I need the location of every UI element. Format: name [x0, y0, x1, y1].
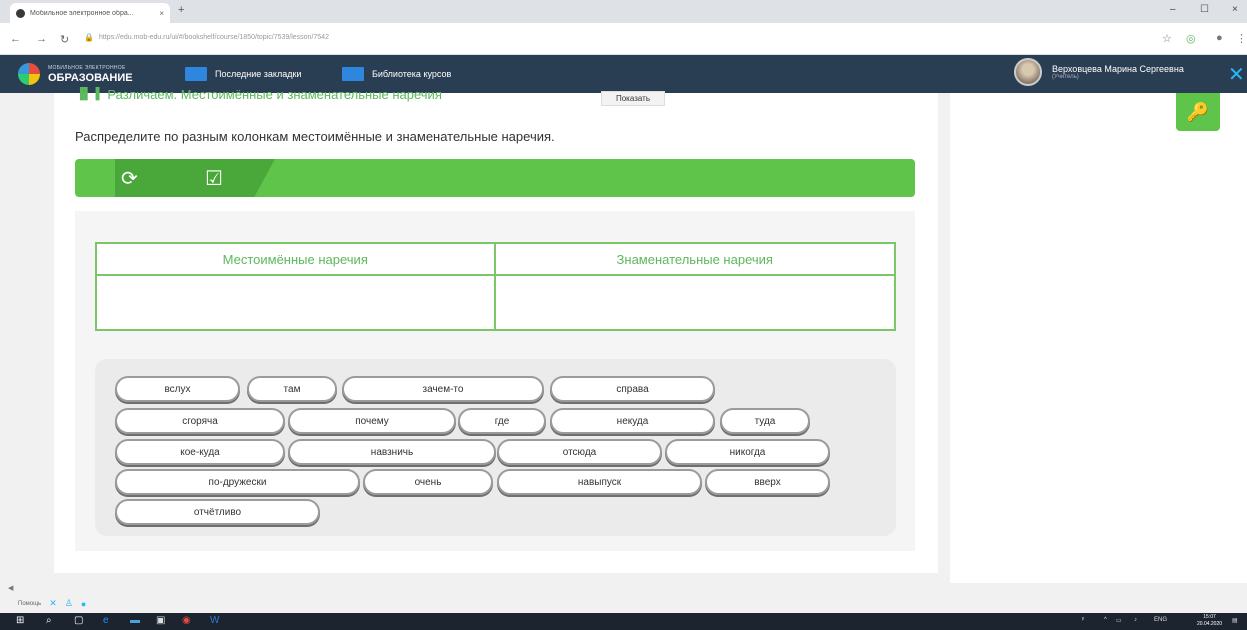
- lock-icon: 🔒: [84, 33, 94, 42]
- check-icon[interactable]: ☑: [205, 166, 223, 191]
- explorer-icon[interactable]: ▬: [130, 615, 140, 626]
- url-field[interactable]: 🔒 https://edu.mob-edu.ru/ui/#/bookshelf/…: [84, 33, 1134, 42]
- browser-tab[interactable]: Мобильное электронное обра... ×: [10, 3, 170, 23]
- minimize-button[interactable]: –: [1170, 4, 1176, 15]
- clock-time: 15:07: [1203, 614, 1216, 620]
- tools-icon[interactable]: ✕: [49, 598, 57, 609]
- drop-zone-pronominal[interactable]: [97, 276, 496, 329]
- help-bar: Помощь ✕ ♙ ●: [18, 598, 94, 609]
- word-app-icon[interactable]: W: [210, 615, 219, 626]
- browser-tab-strip: Мобильное электронное обра... × + – ☐ ×: [0, 0, 1247, 23]
- word-chip[interactable]: где: [458, 408, 546, 434]
- task-instruction: Распределите по разным колонкам местоимё…: [75, 129, 555, 144]
- word-chip[interactable]: навзничь: [288, 439, 496, 465]
- tray-arrow-icon[interactable]: ^: [1104, 617, 1107, 623]
- horizontal-scrollbar[interactable]: [0, 583, 1247, 595]
- word-chip[interactable]: вверх: [705, 469, 830, 495]
- network-icon[interactable]: ▭: [1116, 617, 1122, 624]
- forward-arrow-icon[interactable]: →: [36, 33, 47, 45]
- new-tab-button[interactable]: +: [178, 4, 184, 16]
- language-indicator[interactable]: ENG: [1154, 617, 1167, 623]
- word-chip[interactable]: очень: [363, 469, 493, 495]
- user-name: Верховцева Марина Сергеевна: [1052, 64, 1184, 74]
- sort-table: Местоимённые наречия Знаменательные наре…: [95, 242, 896, 331]
- nav-library[interactable]: Библиотека курсов: [342, 67, 451, 81]
- menu-dots-icon[interactable]: ⋮: [1236, 32, 1247, 45]
- logo-title: ОБРАЗОВАНИЕ: [48, 72, 133, 84]
- tab-close-icon[interactable]: ×: [159, 9, 164, 18]
- back-arrow-icon[interactable]: ←: [10, 33, 21, 45]
- logo-icon: [18, 63, 40, 85]
- chrome-icon[interactable]: ◉: [182, 615, 191, 626]
- windows-start-icon[interactable]: ⊞: [16, 615, 24, 626]
- word-chip[interactable]: по-дружески: [115, 469, 360, 495]
- word-chip[interactable]: туда: [720, 408, 810, 434]
- word-chip[interactable]: отчётливо: [115, 499, 320, 525]
- column-header-notional: Знаменательные наречия: [495, 244, 894, 276]
- show-button[interactable]: Показать: [601, 91, 665, 106]
- task-view-icon[interactable]: ▢: [74, 615, 83, 626]
- word-chip[interactable]: кое-куда: [115, 439, 285, 465]
- nav-bookmarks[interactable]: Последние закладки: [185, 67, 301, 81]
- task-toolbar: ⟳ ☑: [75, 159, 915, 197]
- topic-title: Различаем. Местоимённые и знаменательные…: [107, 86, 442, 102]
- avatar: [1014, 58, 1042, 86]
- user-role: (Учитель): [1052, 74, 1079, 80]
- help-label[interactable]: Помощь: [18, 601, 41, 607]
- word-bank: вслух там зачем-то справа сгоряча почему…: [95, 359, 896, 536]
- word-chip[interactable]: там: [247, 376, 337, 402]
- bookmark-star-icon[interactable]: ☆: [1162, 32, 1172, 45]
- nav-bookmarks-label: Последние закладки: [215, 69, 302, 79]
- word-chip[interactable]: никогда: [665, 439, 830, 465]
- search-icon[interactable]: ⌕: [46, 615, 52, 626]
- reload-icon[interactable]: ↻: [60, 33, 69, 46]
- bookmarks-icon: [185, 67, 207, 81]
- info-icon[interactable]: ●: [81, 599, 86, 609]
- word-chip[interactable]: вслух: [115, 376, 240, 402]
- windows-taskbar: ⊞ ⌕ ▢ e ▬ ▣ ◉ W ᵖ ^ ▭ ♪ ENG 15:07 20.04.…: [0, 613, 1247, 630]
- favicon-icon: [16, 8, 25, 18]
- profile-icon[interactable]: ●: [1216, 32, 1223, 44]
- word-chip[interactable]: сгоряча: [115, 408, 285, 434]
- topic-icon: ▐▌▐: [76, 88, 100, 100]
- address-bar: ← → ↻ 🔒 https://edu.mob-edu.ru/ui/#/book…: [0, 23, 1247, 55]
- toolbar-active-segment: [115, 159, 275, 197]
- accessibility-icon[interactable]: ♙: [65, 598, 73, 609]
- refresh-icon[interactable]: ⟳: [121, 166, 138, 191]
- word-chip[interactable]: почему: [288, 408, 456, 434]
- drop-zone-notional[interactable]: [495, 276, 894, 329]
- tab-title: Мобильное электронное обра...: [30, 9, 134, 17]
- user-profile[interactable]: Верховцева Марина Сергеевна (Учитель): [1014, 58, 1184, 86]
- word-chip[interactable]: навыпуск: [497, 469, 702, 495]
- right-panel: [950, 93, 1247, 583]
- word-chip[interactable]: некуда: [550, 408, 715, 434]
- clock-date: 20.04.2020: [1197, 621, 1223, 627]
- word-chip[interactable]: отсюда: [497, 439, 662, 465]
- store-icon[interactable]: ▣: [156, 615, 165, 626]
- logo-subtitle: МОБИЛЬНОЕ ЭЛЕКТРОННОЕ: [48, 65, 126, 71]
- nav-library-label: Библиотека курсов: [372, 69, 452, 79]
- window-close-button[interactable]: ×: [1232, 4, 1238, 15]
- library-icon: [342, 67, 364, 81]
- topic-header: ▐▌▐ Различаем. Местоимённые и знаменател…: [76, 85, 442, 103]
- edge-icon[interactable]: e: [103, 615, 109, 626]
- key-icon[interactable]: 🔑: [1176, 93, 1220, 131]
- volume-icon[interactable]: ♪: [1134, 617, 1137, 623]
- people-icon[interactable]: ᵖ: [1082, 617, 1084, 623]
- extension-icon[interactable]: ◎: [1186, 32, 1196, 45]
- scroll-left-icon[interactable]: ◀: [8, 584, 13, 592]
- url-text: https://edu.mob-edu.ru/ui/#/bookshelf/co…: [98, 34, 329, 41]
- close-icon[interactable]: ✕: [1228, 62, 1245, 87]
- clock[interactable]: 15:07 20.04.2020: [1197, 614, 1222, 628]
- word-chip[interactable]: справа: [550, 376, 715, 402]
- notifications-icon[interactable]: ▤: [1232, 617, 1238, 624]
- column-header-pronominal: Местоимённые наречия: [97, 244, 496, 276]
- maximize-button[interactable]: ☐: [1200, 4, 1209, 15]
- word-chip[interactable]: зачем-то: [342, 376, 544, 402]
